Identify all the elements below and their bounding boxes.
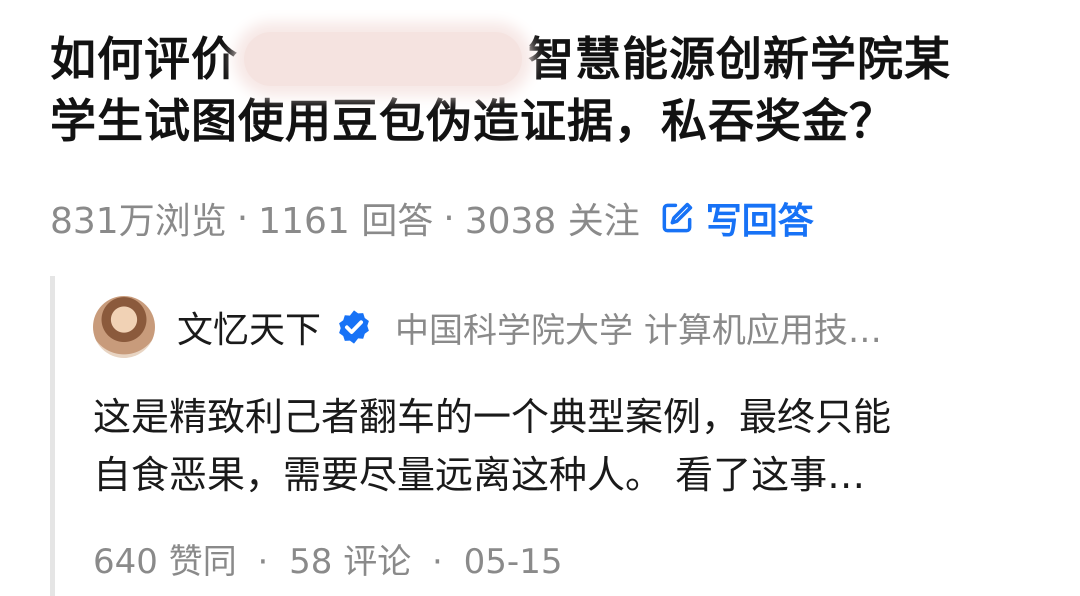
author-bio: 中国科学院大学 计算机应用技… [395, 310, 882, 351]
question-stats: 831万浏览 · 1161 回答 · 3038 关注 写回答 [50, 190, 814, 246]
answer-date: 05-15 [463, 542, 563, 582]
stats-separator: · [236, 197, 249, 239]
answer-excerpt-line-2: 自食恶果，需要尽量远离这种人。 看了这事… [93, 453, 866, 497]
likes-count: 640 赞同 [93, 542, 237, 582]
meta-separator: · [257, 542, 269, 582]
write-answer-button[interactable]: 写回答 [658, 192, 814, 244]
write-answer-label: 写回答 [705, 201, 814, 242]
answer-excerpt[interactable]: 这是精致利己者翻车的一个典型案例，最终只能 自食恶果，需要尽量远离这种人。 看了… [93, 388, 1053, 504]
stats-separator: · [443, 197, 455, 239]
question-title-suffix: 智慧能源创新学院某 [528, 32, 951, 86]
verified-badge-icon [339, 310, 369, 344]
answer-excerpt-line-1: 这是精致利己者翻车的一个典型案例，最终只能 [93, 395, 892, 439]
author-row[interactable]: 文忆天下 中国科学院大学 计算机应用技… [93, 294, 882, 360]
question-title-line-2: 学生试图使用豆包伪造证据，私吞奖金？ [50, 94, 896, 148]
views-count: 831万浏览 [50, 201, 227, 242]
answer-card[interactable]: 文忆天下 中国科学院大学 计算机应用技… 这是精致利己者翻车的一个典型案例，最终… [50, 276, 1080, 596]
author-name[interactable]: 文忆天下 [177, 301, 321, 353]
avatar[interactable] [93, 296, 155, 358]
followers-count: 3038 关注 [464, 201, 640, 242]
meta-separator: · [432, 542, 443, 582]
pencil-square-icon [662, 202, 692, 233]
question-title[interactable]: 如何评价 智慧能源创新学院某 学生试图使用豆包伪造证据，私吞奖金？ [50, 28, 1050, 152]
question-title-line-1: 如何评价 智慧能源创新学院某 [50, 28, 1050, 90]
question-title-prefix: 如何评价 [50, 32, 238, 86]
comments-count: 58 评论 [289, 542, 412, 582]
redacted-text [238, 28, 528, 90]
answers-count: 1161 回答 [258, 201, 434, 242]
answer-meta: 640 赞同 · 58 评论 · 05-15 [93, 534, 562, 583]
